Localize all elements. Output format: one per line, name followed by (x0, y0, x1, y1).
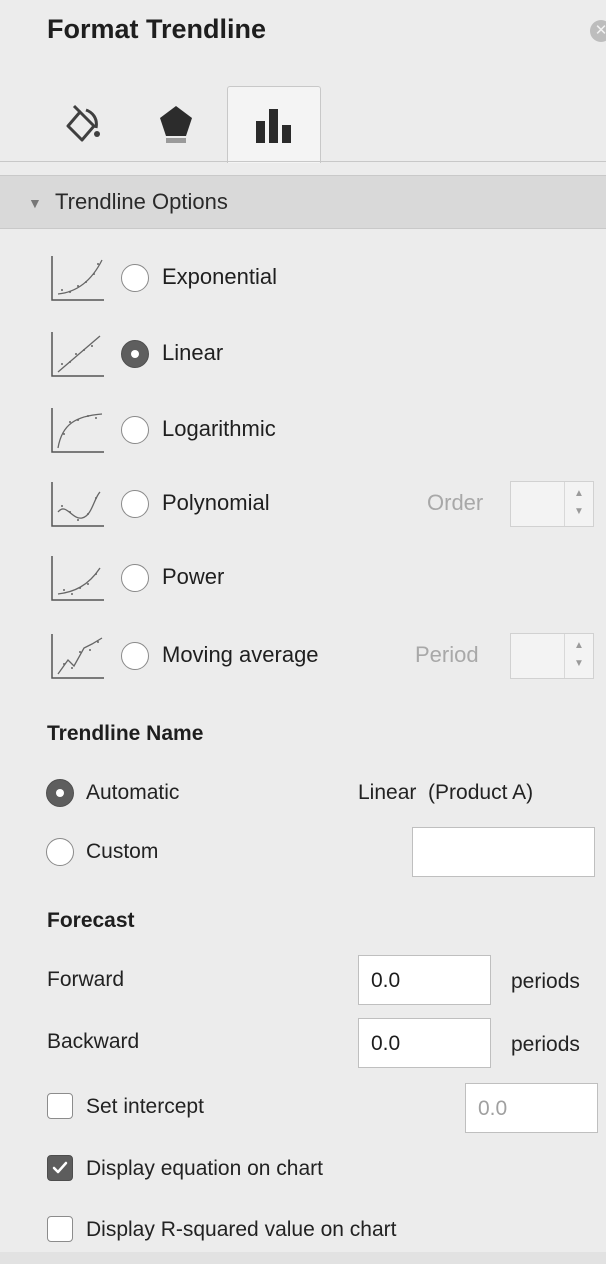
tab-fill-line[interactable] (36, 86, 128, 162)
label-linear: Linear (162, 340, 224, 365)
collapse-triangle-icon[interactable]: ▼ (28, 195, 42, 211)
display-equation-checkbox[interactable] (47, 1155, 73, 1181)
period-label: Period (415, 642, 479, 667)
checkmark-icon (52, 1161, 68, 1174)
backward-unit: periods (511, 1033, 580, 1056)
bar-chart-icon (256, 109, 291, 143)
tab-effects[interactable] (130, 86, 222, 162)
stepper-down-icon[interactable]: ▼ (574, 506, 584, 517)
trendline-options-header[interactable]: ▼ Trendline Options (0, 175, 606, 229)
exponential-trend-icon (51, 256, 104, 301)
label-exponential: Exponential (162, 264, 277, 289)
forward-input[interactable]: 0.0 (358, 955, 491, 1005)
panel-title: Format Trendline (47, 14, 267, 44)
order-label: Order (427, 490, 484, 515)
stepper-up-icon[interactable]: ▲ (574, 488, 584, 499)
display-equation-label: Display equation on chart (86, 1157, 323, 1180)
option-exponential[interactable]: Exponential (0, 252, 606, 308)
power-trend-icon (51, 556, 104, 601)
period-stepper[interactable]: ▲ ▼ (510, 633, 594, 679)
label-moving-average: Moving average (162, 642, 319, 667)
radio-logarithmic[interactable] (121, 416, 149, 444)
label-polynomial: Polynomial (162, 490, 270, 515)
option-linear[interactable]: Linear (0, 328, 606, 384)
linear-trend-icon (51, 332, 104, 377)
forward-unit: periods (511, 970, 580, 993)
automatic-label: Automatic (86, 781, 180, 804)
option-logarithmic[interactable]: Logarithmic (0, 404, 606, 460)
backward-label: Backward (47, 1030, 140, 1053)
radio-automatic[interactable] (46, 779, 74, 807)
label-power: Power (162, 564, 225, 589)
display-r-squared-checkbox[interactable] (47, 1216, 73, 1242)
close-icon[interactable]: ✕ (590, 20, 606, 42)
panel-bottom-edge (0, 1252, 606, 1264)
stepper-down-icon[interactable]: ▼ (574, 658, 584, 669)
radio-exponential[interactable] (121, 264, 149, 292)
forecast-heading: Forecast (47, 909, 135, 932)
order-stepper[interactable]: ▲ ▼ (510, 481, 594, 527)
intercept-input[interactable]: 0.0 (465, 1083, 598, 1133)
radio-custom[interactable] (46, 838, 74, 866)
option-polynomial[interactable]: Polynomial Order ▲ ▼ (0, 478, 606, 534)
trendline-options-label: Trendline Options (55, 189, 228, 214)
set-intercept-label: Set intercept (86, 1095, 204, 1118)
tab-trendline-options[interactable] (227, 86, 321, 163)
trendline-name-heading: Trendline Name (47, 722, 204, 745)
radio-polynomial[interactable] (121, 490, 149, 518)
radio-moving-average[interactable] (121, 642, 149, 670)
option-power[interactable]: Power (0, 552, 606, 608)
display-r-squared-label: Display R-squared value on chart (86, 1218, 397, 1241)
radio-linear[interactable] (121, 340, 149, 368)
forward-label: Forward (47, 968, 125, 991)
format-trendline-panel: Format Trendline ✕ ▼ Trendline Options E… (0, 0, 606, 1264)
automatic-name-value: Linear (Product A) (358, 781, 534, 804)
radio-power[interactable] (121, 564, 149, 592)
pentagon-shape-icon (160, 106, 192, 143)
polynomial-trend-icon (51, 482, 104, 527)
set-intercept-checkbox[interactable] (47, 1093, 73, 1119)
stepper-up-icon[interactable]: ▲ (574, 640, 584, 651)
custom-label: Custom (86, 840, 159, 863)
backward-input[interactable]: 0.0 (358, 1018, 491, 1068)
logarithmic-trend-icon (51, 408, 104, 453)
moving-average-trend-icon (51, 634, 104, 679)
fill-bucket-icon (66, 104, 100, 142)
tabs-divider (0, 161, 606, 162)
option-moving-average[interactable]: Moving average Period ▲ ▼ (0, 630, 606, 686)
custom-name-input[interactable] (412, 827, 595, 877)
label-logarithmic: Logarithmic (162, 416, 276, 441)
